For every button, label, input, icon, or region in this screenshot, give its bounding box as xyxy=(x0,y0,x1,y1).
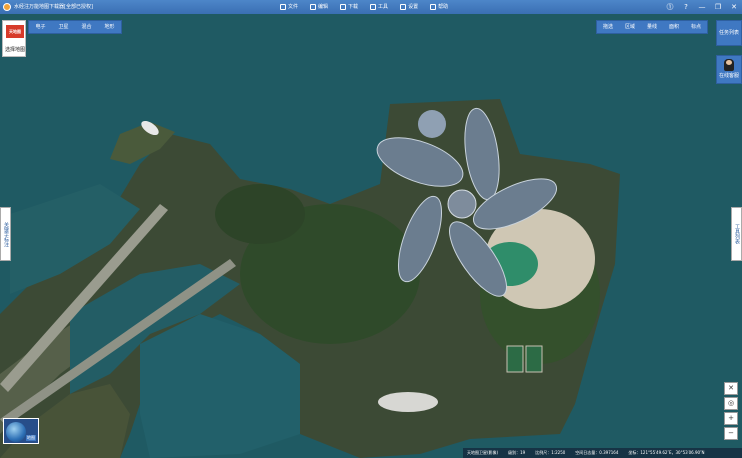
keyword-panel-tab[interactable]: 关键字标注 xyxy=(0,207,11,261)
status-level: 级别：19 xyxy=(508,450,526,455)
locate-icon[interactable]: ◎ xyxy=(724,397,738,410)
tool-drag-select[interactable]: 拖选 xyxy=(597,21,619,33)
close-button[interactable]: ✕ xyxy=(730,0,738,14)
tools-icon xyxy=(370,4,377,10)
close-icon[interactable]: ✕ xyxy=(724,382,738,395)
online-support-label: 在线客服 xyxy=(718,73,739,79)
menu-tools[interactable]: 工具 xyxy=(370,0,388,14)
avatar xyxy=(724,59,734,71)
task-list-button[interactable]: 任务列表 xyxy=(716,20,742,46)
tab-hybrid[interactable]: 混合 xyxy=(75,21,98,33)
folder-icon xyxy=(280,4,286,10)
tool-area[interactable]: 面积 xyxy=(663,21,685,33)
menu-help[interactable]: 帮助 xyxy=(430,0,448,14)
map-type-tabs: 电子 卫星 混合 地形 xyxy=(28,20,122,34)
tab-terrain[interactable]: 地形 xyxy=(98,21,121,33)
title-bar: 水经注万能地图下载器[全部已授权] 文件 编辑 下载 工具 设置 帮助 ⓵ ? … xyxy=(0,0,742,14)
menu-file[interactable]: 文件 xyxy=(280,0,298,14)
map-source-label: 选择地图 xyxy=(4,47,25,53)
minimap[interactable]: 地图 xyxy=(3,418,39,444)
edit-icon xyxy=(310,4,317,10)
status-scale: 比例尺：1:2250 xyxy=(535,450,566,455)
status-coords: 坐标：121°55′49.62″E，30°53′06.90″N xyxy=(628,450,705,455)
zoom-in-button[interactable]: + xyxy=(724,412,738,425)
tool-mark-point[interactable]: 标点 xyxy=(685,21,707,33)
main-menu: 文件 编辑 下载 工具 设置 帮助 xyxy=(280,0,448,14)
minimize-button[interactable]: — xyxy=(698,0,706,14)
window-title: 水经注万能地图下载器[全部已授权] xyxy=(14,4,93,10)
maximize-button[interactable]: ❐ xyxy=(714,0,722,14)
help-icon xyxy=(430,4,437,10)
info-icon[interactable]: ⓵ xyxy=(666,0,674,14)
gear-icon xyxy=(400,4,407,10)
online-support-button[interactable]: 在线客服 xyxy=(716,55,742,84)
zoom-out-button[interactable]: − xyxy=(724,427,738,440)
tianditu-logo: 天地图 xyxy=(6,25,24,38)
menu-settings[interactable]: 设置 xyxy=(400,0,418,14)
app-icon xyxy=(3,3,11,11)
status-bar: 天地图卫星(影像) 级别：19 比例尺：1:2250 空间日志量：0.39716… xyxy=(463,448,742,458)
tab-electronic[interactable]: 电子 xyxy=(29,21,52,33)
window-controls: ⓵ ? — ❐ ✕ xyxy=(666,0,738,14)
download-icon xyxy=(340,4,347,10)
tool-region[interactable]: 区域 xyxy=(619,21,641,33)
status-memory: 空间日志量：0.397164 xyxy=(575,450,619,455)
tool-list-tab[interactable]: 工具列表 xyxy=(731,207,742,261)
tab-satellite[interactable]: 卫星 xyxy=(52,21,75,33)
help-button[interactable]: ? xyxy=(682,0,690,14)
satellite-map[interactable] xyxy=(0,14,742,458)
map-source-selector[interactable]: 天地图 选择地图 xyxy=(2,20,26,57)
globe-icon xyxy=(6,422,26,442)
minimap-label: 地图 xyxy=(26,435,36,441)
menu-download[interactable]: 下载 xyxy=(340,0,358,14)
status-map-source: 天地图卫星(影像) xyxy=(467,450,499,455)
menu-edit[interactable]: 编辑 xyxy=(310,0,328,14)
map-imagery xyxy=(0,14,742,458)
tool-measure-line[interactable]: 量线 xyxy=(641,21,663,33)
map-tools: 拖选 区域 量线 面积 标点 xyxy=(596,20,708,34)
